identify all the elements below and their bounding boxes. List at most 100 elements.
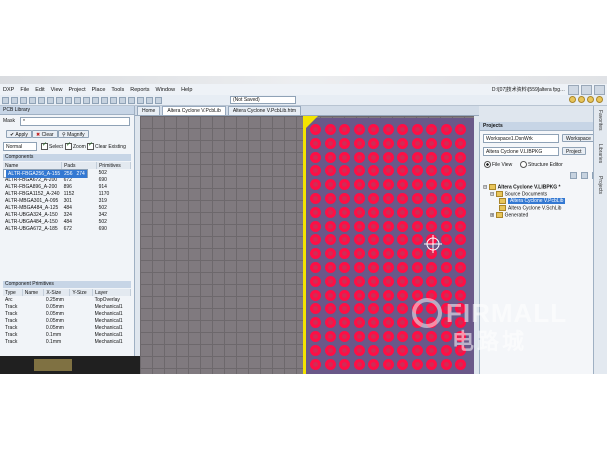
undo-icon[interactable] — [128, 96, 135, 104]
bga-pad[interactable] — [411, 137, 423, 149]
file-view-option[interactable]: File View — [484, 161, 512, 168]
bga-pad[interactable] — [324, 206, 336, 218]
zoom-in-icon[interactable] — [38, 96, 45, 104]
bga-pad[interactable] — [324, 317, 336, 329]
bga-pad[interactable] — [455, 193, 466, 204]
bga-pad[interactable] — [382, 124, 394, 135]
bga-pad[interactable] — [397, 165, 408, 177]
workspace-button[interactable]: Workspace — [562, 134, 595, 142]
bga-pad[interactable] — [324, 248, 336, 260]
project-view-tool-2-icon[interactable] — [581, 172, 588, 179]
menu-reports[interactable]: Reports — [130, 87, 149, 93]
bga-pad[interactable] — [339, 248, 350, 260]
bga-pad[interactable] — [339, 206, 350, 218]
bga-pad[interactable] — [368, 248, 379, 260]
bga-pad[interactable] — [368, 317, 379, 329]
bga-pad[interactable] — [339, 137, 350, 149]
magnify-button[interactable]: ⚲ Magnify — [58, 130, 89, 138]
cross-probe-icon[interactable] — [119, 96, 126, 104]
bga-pad[interactable] — [411, 179, 423, 191]
bga-pad[interactable] — [382, 275, 394, 287]
table-row[interactable]: Track 0.05mm Mechanical1 — [3, 317, 131, 324]
bga-pad[interactable] — [310, 358, 321, 370]
bga-pad[interactable] — [353, 234, 365, 246]
bga-pad[interactable] — [324, 179, 336, 191]
menu-place[interactable]: Place — [92, 87, 106, 93]
bga-pad[interactable] — [397, 317, 408, 329]
bga-pad[interactable] — [440, 151, 452, 163]
bga-pad[interactable] — [368, 275, 379, 287]
apply-button[interactable]: ✔ Apply — [6, 130, 32, 138]
bga-pad[interactable] — [397, 358, 408, 370]
bga-pad[interactable] — [324, 165, 336, 177]
bga-pad[interactable] — [353, 275, 365, 287]
bga-pad[interactable] — [310, 179, 321, 191]
bga-pad[interactable] — [368, 344, 379, 356]
forward-icon[interactable] — [578, 96, 585, 103]
bga-pad[interactable] — [397, 331, 408, 342]
bga-pad[interactable] — [455, 248, 466, 260]
bga-pad[interactable] — [411, 331, 423, 342]
select-icon[interactable] — [92, 96, 99, 104]
bga-pad[interactable] — [455, 275, 466, 287]
bga-pad[interactable] — [440, 165, 452, 177]
bga-pad[interactable] — [339, 289, 350, 301]
bga-pad[interactable] — [440, 193, 452, 204]
new-icon[interactable] — [2, 96, 9, 104]
bga-pad[interactable] — [339, 179, 350, 191]
bga-pad[interactable] — [324, 124, 336, 135]
bga-pad[interactable] — [382, 165, 394, 177]
bga-pad[interactable] — [382, 220, 394, 232]
bga-pad[interactable] — [310, 248, 321, 260]
bga-pad[interactable] — [382, 137, 394, 149]
bga-pad[interactable] — [368, 193, 379, 204]
bga-pad[interactable] — [339, 124, 350, 135]
bga-pad[interactable] — [426, 344, 437, 356]
tab-pcblib-htm[interactable]: Altera Cyclone V.PcbLib.htm — [227, 106, 301, 115]
bga-pad[interactable] — [324, 303, 336, 315]
table-row[interactable]: Track 0.05mm Mechanical1 — [3, 324, 131, 331]
bga-pad[interactable] — [324, 344, 336, 356]
bga-pad[interactable] — [411, 262, 423, 273]
bga-pad[interactable] — [353, 220, 365, 232]
bga-pad[interactable] — [382, 358, 394, 370]
bga-pad[interactable] — [455, 262, 466, 273]
tree-root[interactable]: ⊟ Altera Cyclone V.LIBPKG * — [483, 184, 591, 191]
bga-pad[interactable] — [339, 220, 350, 232]
bga-pad[interactable] — [411, 358, 423, 370]
bga-pad[interactable] — [382, 151, 394, 163]
bga-pad[interactable] — [426, 151, 437, 163]
bga-pad[interactable] — [368, 179, 379, 191]
menu-view[interactable]: View — [51, 87, 63, 93]
bga-pad[interactable] — [310, 124, 321, 135]
bga-pad[interactable] — [440, 344, 452, 356]
menu-project[interactable]: Project — [69, 87, 86, 93]
bga-pad[interactable] — [353, 358, 365, 370]
bga-pad[interactable] — [440, 331, 452, 342]
bga-pad[interactable] — [353, 262, 365, 273]
bga-pad[interactable] — [368, 151, 379, 163]
tree-expand-icon[interactable]: ⊟ — [490, 191, 494, 197]
bga-pad[interactable] — [353, 303, 365, 315]
bga-pad[interactable] — [411, 234, 423, 246]
bga-pad[interactable] — [310, 206, 321, 218]
bga-pad[interactable] — [339, 344, 350, 356]
bga-pad[interactable] — [382, 289, 394, 301]
structure-editor-option[interactable]: Structure Editor — [520, 161, 563, 168]
paste-icon[interactable] — [83, 96, 90, 104]
bga-pad[interactable] — [397, 303, 408, 315]
bga-pad[interactable] — [397, 220, 408, 232]
bga-pad[interactable] — [411, 193, 423, 204]
bga-pad[interactable] — [353, 248, 365, 260]
col-pads[interactable]: Pads — [61, 162, 98, 169]
bga-pad[interactable] — [339, 331, 350, 342]
clear-existing-option[interactable]: Clear Existing — [87, 141, 126, 150]
bga-pad[interactable] — [368, 262, 379, 273]
bga-pad[interactable] — [310, 137, 321, 149]
bga-pad[interactable] — [339, 275, 350, 287]
bga-pad[interactable] — [426, 275, 437, 287]
bga-pad[interactable] — [353, 124, 365, 135]
bga-pad[interactable] — [353, 165, 365, 177]
bga-pad[interactable] — [368, 303, 379, 315]
bga-pad[interactable] — [455, 234, 466, 246]
